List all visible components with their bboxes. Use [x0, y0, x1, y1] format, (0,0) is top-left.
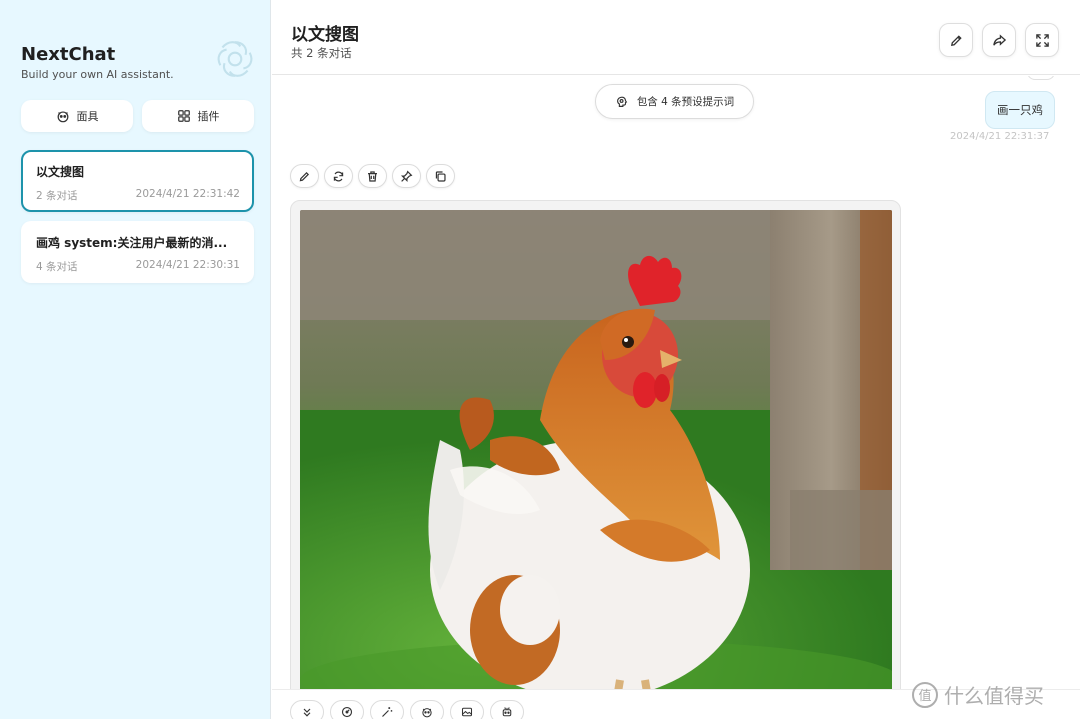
pin-icon [400, 170, 413, 182]
settings-gauge-icon [341, 706, 353, 718]
scroll-to-bottom-button[interactable] [290, 700, 324, 719]
plugin-button-label: 插件 [197, 110, 220, 123]
chat-item-count: 2 条对话 [36, 190, 78, 202]
brand-title: NextChat [21, 44, 116, 65]
chat-body[interactable]: 包含 4 条预设提示词 画一只鸡 2024/4/21 22:31:37 [272, 76, 1080, 689]
chat-list-item-active[interactable]: 以文搜图 2 条对话 2024/4/21 22:31:42 [21, 150, 254, 212]
mask-icon [422, 708, 432, 718]
pin-button[interactable] [392, 164, 421, 188]
user-message-time: 2024/4/21 22:31:37 [950, 131, 1050, 142]
sidebar: NextChat Build your own AI assistant. 面具… [0, 0, 271, 719]
edit-icon [299, 171, 310, 181]
chat-item-title: 画鸡 system:关注用户最新的消... [36, 236, 228, 250]
user-message: 画一只鸡 [985, 91, 1055, 129]
edit-icon [950, 34, 962, 46]
collapse-down-icon [303, 708, 311, 717]
generated-chicken-image[interactable] [300, 210, 892, 689]
image-icon [461, 707, 473, 717]
plugin-button[interactable]: 插件 [142, 100, 254, 132]
plugin-grid-icon [177, 110, 190, 122]
chat-title: 以文搜图 [291, 25, 359, 45]
brain-icon [616, 96, 628, 107]
delete-button[interactable] [358, 164, 387, 188]
chat-header: 以文搜图 共 2 条对话 [272, 0, 1080, 75]
chat-item-time: 2024/4/21 22:30:31 [135, 259, 240, 271]
fullscreen-button[interactable] [1025, 23, 1059, 57]
magic-wand-icon [382, 707, 393, 717]
chat-subtitle: 共 2 条对话 [291, 46, 352, 60]
chat-item-count: 4 条对话 [36, 261, 78, 273]
preset-prompts-label: 包含 4 条预设提示词 [636, 96, 735, 108]
mask-tool-button[interactable] [410, 700, 444, 719]
robot-icon [502, 707, 512, 717]
chicken-picture [300, 210, 892, 689]
bot-message [290, 200, 901, 689]
chat-input-toolbar: 值 什么值得买 [272, 681, 1080, 719]
prompt-wand-button[interactable] [370, 700, 404, 719]
chat-item-time: 2024/4/21 22:31:42 [135, 188, 240, 200]
openai-logo-icon [217, 41, 253, 77]
edit-message-button[interactable] [290, 164, 319, 188]
retry-button[interactable] [324, 164, 353, 188]
delete-icon [368, 170, 377, 182]
copy-icon [435, 170, 446, 182]
mask-button-label: 面具 [76, 110, 99, 123]
site-watermark: 值 什么值得买 [912, 680, 1044, 709]
rename-button[interactable] [939, 23, 973, 57]
share-button[interactable] [982, 23, 1016, 57]
upload-image-button[interactable] [450, 700, 484, 719]
brand-subtitle: Build your own AI assistant. [21, 68, 174, 81]
watermark-text: 什么值得买 [944, 684, 1044, 708]
mask-icon [57, 111, 68, 123]
message-actions [290, 164, 455, 188]
preset-prompts-pill[interactable]: 包含 4 条预设提示词 [595, 84, 754, 119]
mask-button[interactable]: 面具 [21, 100, 133, 132]
watermark-logo: 值 [912, 681, 938, 708]
chat-item-title: 以文搜图 [36, 165, 85, 179]
input-tools [290, 700, 524, 719]
share-icon [992, 33, 1006, 46]
scroll-hint [1027, 76, 1055, 80]
chat-settings-button[interactable] [330, 700, 364, 719]
copy-button[interactable] [426, 164, 455, 188]
refresh-icon [333, 171, 344, 181]
model-select-button[interactable] [490, 700, 524, 719]
chat-list-item[interactable]: 画鸡 system:关注用户最新的消... 4 条对话 2024/4/21 22… [21, 221, 254, 283]
fullscreen-icon [1035, 33, 1049, 47]
